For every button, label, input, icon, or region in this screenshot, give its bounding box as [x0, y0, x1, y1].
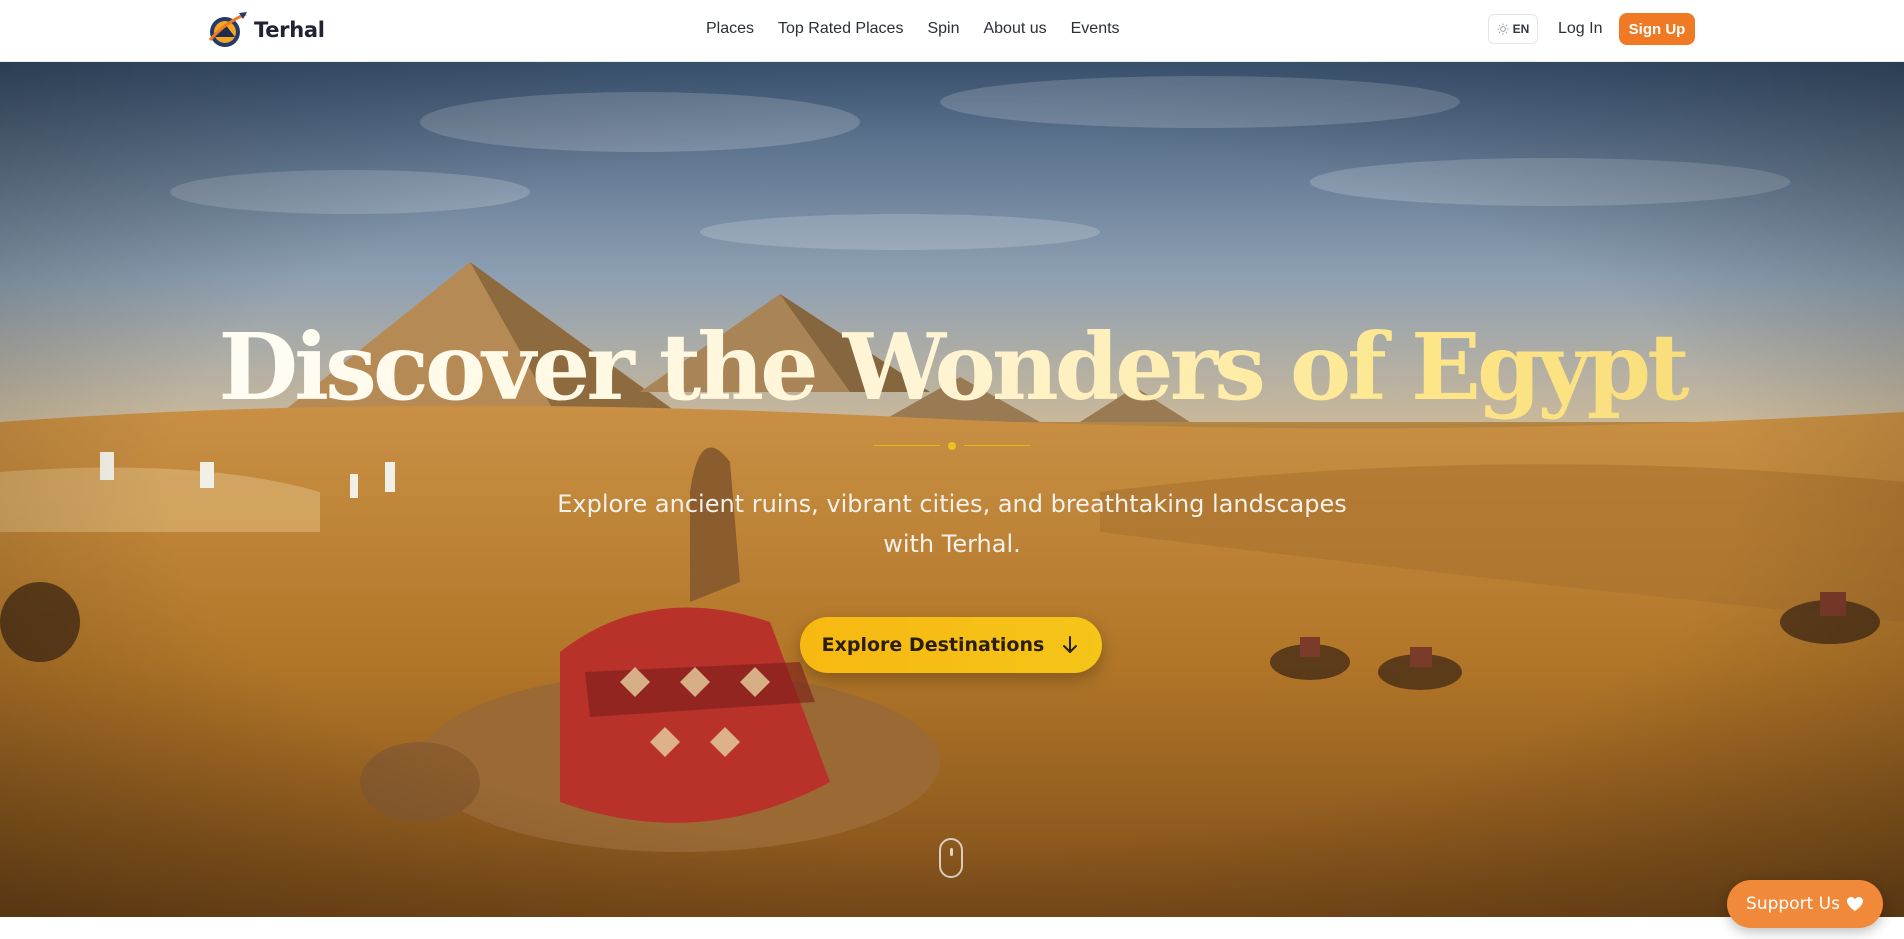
nav-link-about-us[interactable]: About us	[983, 18, 1046, 40]
hero-title: Discover the Wonders of Egypt	[0, 312, 1904, 422]
language-label: EN	[1512, 22, 1530, 36]
hero-divider	[874, 441, 1030, 451]
sun-icon	[1497, 23, 1509, 35]
nav-link-events[interactable]: Events	[1071, 18, 1120, 40]
hero-section: Discover the Wonders of Egypt Explore an…	[0, 62, 1904, 917]
signup-button[interactable]: Sign Up	[1619, 13, 1695, 45]
mouse-scroll-icon[interactable]	[939, 838, 963, 878]
explore-destinations-label: Explore Destinations	[821, 634, 1045, 656]
brand-name: Terhal	[254, 18, 325, 42]
divider-dot	[948, 442, 956, 450]
scroll-wheel	[950, 848, 953, 856]
divider-line-left	[874, 445, 940, 446]
hero-subtitle: Explore ancient ruins, vibrant cities, a…	[557, 490, 1347, 558]
explore-destinations-button[interactable]: Explore Destinations	[800, 617, 1102, 673]
nav-link-spin[interactable]: Spin	[927, 18, 959, 40]
nav-link-top-rated-places[interactable]: Top Rated Places	[778, 18, 903, 40]
nav-link-places[interactable]: Places	[706, 18, 754, 40]
language-switcher[interactable]: EN	[1488, 14, 1538, 44]
support-us-label: Support Us	[1746, 894, 1840, 914]
login-link[interactable]: Log In	[1558, 18, 1602, 40]
arrow-down-icon	[1063, 636, 1078, 653]
divider-line-right	[964, 445, 1030, 446]
support-us-button[interactable]: Support Us	[1727, 880, 1883, 928]
terhal-logo-icon	[208, 12, 247, 47]
top-navbar: Terhal Places Top Rated Places Spin Abou…	[0, 0, 1904, 62]
main-nav: Places Top Rated Places Spin About us Ev…	[706, 18, 1120, 40]
brand-home-link[interactable]: Terhal	[206, 10, 325, 50]
heart-icon	[1846, 897, 1863, 911]
